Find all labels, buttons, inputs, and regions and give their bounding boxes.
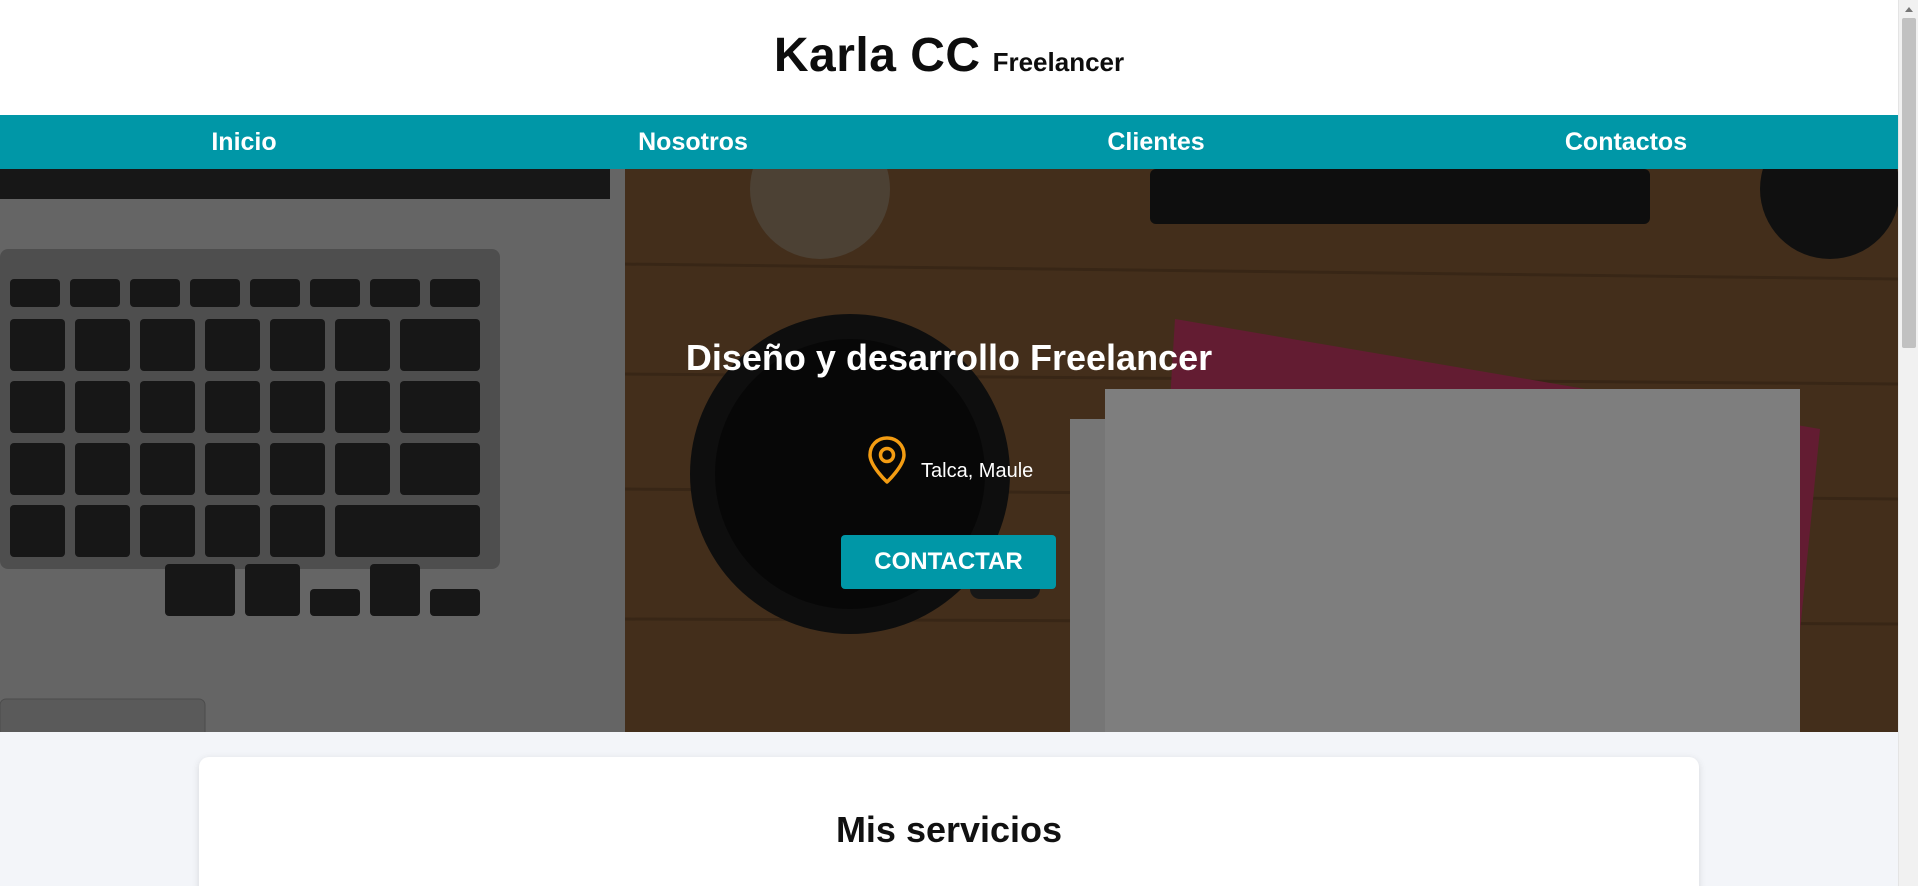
hero-section: Diseño y desarrollo Freelancer Talca, Ma… (0, 169, 1898, 732)
location-text: Talca, Maule (921, 460, 1034, 482)
services-card: Mis servicios (199, 757, 1699, 886)
hero-content: Diseño y desarrollo Freelancer Talca, Ma… (0, 169, 1898, 732)
brand-name: Karla CC (773, 29, 981, 82)
brand[interactable]: Karla CC Freelancer (774, 28, 1124, 83)
nav-item-inicio[interactable]: Inicio (211, 115, 276, 169)
hero-title: Diseño y desarrollo Freelancer (685, 337, 1213, 378)
nav-item-clientes[interactable]: Clientes (1107, 115, 1204, 169)
page: Karla CC Freelancer Inicio Nosotros Clie… (0, 0, 1918, 886)
scrollbar-thumb[interactable] (1902, 18, 1916, 348)
brand-tagline: Freelancer (992, 47, 1125, 77)
services-title: Mis servicios (835, 809, 1063, 850)
nav-item-nosotros[interactable]: Nosotros (638, 115, 748, 169)
contactar-button[interactable]: CONTACTAR (841, 535, 1056, 589)
hero-location: Talca, Maule (865, 435, 1033, 485)
main-nav: Inicio Nosotros Clientes Contactos (0, 115, 1898, 169)
map-pin-icon (868, 436, 906, 484)
nav-item-contactos[interactable]: Contactos (1565, 115, 1687, 169)
vertical-scrollbar[interactable] (1898, 0, 1918, 886)
scroll-up-arrow-icon[interactable] (1899, 0, 1918, 18)
site-header: Karla CC Freelancer (0, 0, 1898, 115)
